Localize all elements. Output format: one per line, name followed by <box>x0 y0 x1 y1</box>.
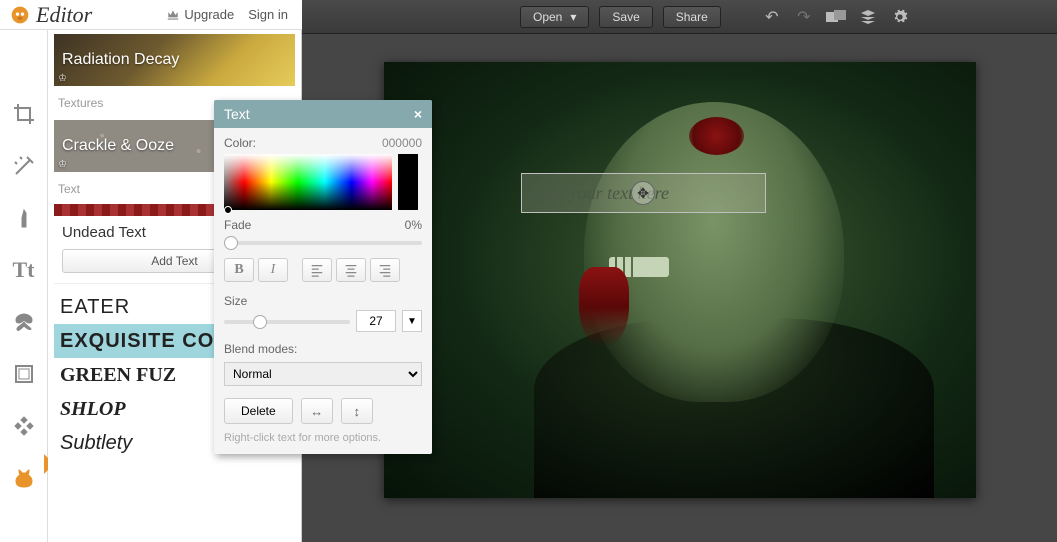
open-label: Open <box>533 10 562 24</box>
wand-tool-icon[interactable] <box>10 152 38 180</box>
layers-icon[interactable] <box>857 6 879 28</box>
panel-hint: Right-click text for more options. <box>224 432 422 444</box>
signin-link[interactable]: Sign in <box>248 7 288 22</box>
tool-rail: Tt <box>0 30 48 542</box>
crown-icon <box>166 8 180 22</box>
upgrade-link[interactable]: Upgrade <box>166 7 234 22</box>
font-label: Subtlety <box>60 432 132 455</box>
blend-select[interactable]: Normal <box>224 362 422 386</box>
canvas[interactable]: Type your text here ✥ <box>384 62 976 498</box>
share-button[interactable]: Share <box>663 6 721 28</box>
butterfly-tool-icon[interactable] <box>10 308 38 336</box>
lipstick-tool-icon[interactable] <box>10 204 38 232</box>
panel-header[interactable]: Text × <box>214 100 432 128</box>
chevron-down-icon: ▾ <box>570 10 576 24</box>
italic-button[interactable]: I <box>258 258 288 282</box>
upgrade-label: Upgrade <box>184 7 234 22</box>
align-center-button[interactable] <box>336 258 366 282</box>
undo-icon[interactable]: ↶ <box>761 6 783 28</box>
save-button[interactable]: Save <box>599 6 652 28</box>
effect-label: Crackle & Ooze <box>62 137 174 155</box>
size-slider[interactable] <box>224 320 350 324</box>
open-button[interactable]: Open ▾ <box>520 6 589 28</box>
texture-tool-icon[interactable] <box>10 412 38 440</box>
align-left-button[interactable] <box>302 258 332 282</box>
color-label: Color: <box>224 136 256 150</box>
align-right-button[interactable] <box>370 258 400 282</box>
color-spectrum[interactable] <box>224 154 392 210</box>
size-label: Size <box>224 294 247 308</box>
top-toolbar: Open ▾ Save Share ↶ ↷ <box>302 0 1057 34</box>
delete-button[interactable]: Delete <box>224 398 293 424</box>
panel-title: Text <box>224 106 250 122</box>
size-dropdown-icon[interactable]: ▼ <box>402 310 422 332</box>
brand: Editor <box>0 2 102 28</box>
frame-tool-icon[interactable] <box>10 360 38 388</box>
redo-icon[interactable]: ↷ <box>793 6 815 28</box>
crop-tool-icon[interactable] <box>10 100 38 128</box>
flip-horizontal-button[interactable]: ↔ <box>301 398 333 424</box>
image-blood-forehead <box>689 117 744 155</box>
text-tool-icon[interactable]: Tt <box>10 256 38 284</box>
color-value: 000000 <box>382 136 422 150</box>
close-icon[interactable]: × <box>414 106 422 122</box>
app-bar: Editor Upgrade Sign in <box>0 0 302 30</box>
blend-label: Blend modes: <box>224 342 297 356</box>
cat-theme-icon[interactable] <box>10 464 38 492</box>
text-properties-panel: Text × Color: 000000 Fade 0% B I Siz <box>214 100 432 454</box>
color-swatch[interactable] <box>398 154 418 210</box>
text-overlay[interactable]: Type your text here ✥ <box>521 173 766 213</box>
spectrum-handle[interactable] <box>224 206 232 214</box>
effect-label: Radiation Decay <box>62 51 179 69</box>
crown-icon: ♔ <box>58 73 67 84</box>
crown-icon: ♔ <box>58 159 67 170</box>
fade-value: 0% <box>405 218 422 232</box>
image-blood-mouth <box>579 267 629 347</box>
flip-vertical-button[interactable]: ↕ <box>341 398 373 424</box>
monkey-logo-icon <box>10 5 30 25</box>
brand-name: Editor <box>36 2 92 28</box>
move-handle-icon[interactable]: ✥ <box>631 181 655 205</box>
images-icon[interactable] <box>825 6 847 28</box>
gear-icon[interactable] <box>889 6 911 28</box>
effect-radiation-decay[interactable]: Radiation Decay ♔ <box>54 34 295 86</box>
fade-slider[interactable] <box>224 241 422 245</box>
bold-button[interactable]: B <box>224 258 254 282</box>
size-input[interactable] <box>356 310 396 332</box>
fade-label: Fade <box>224 218 251 232</box>
